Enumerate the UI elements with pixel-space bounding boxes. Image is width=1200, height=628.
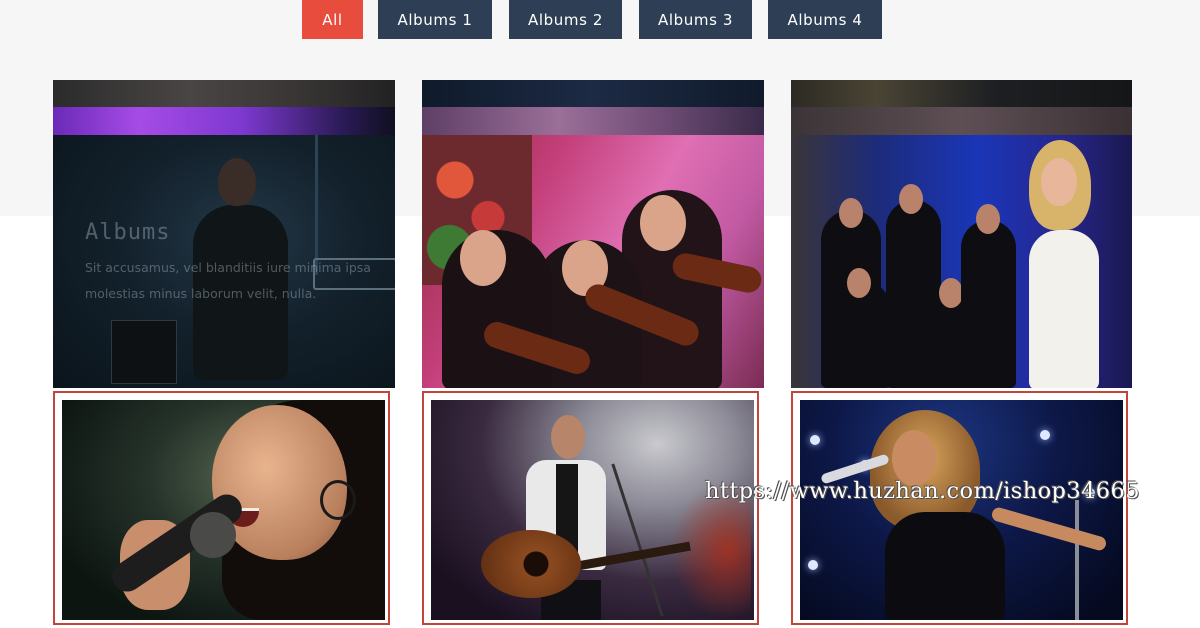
- hoop-earring: [320, 480, 356, 520]
- musician-head: [847, 268, 871, 298]
- watermark-text: https://www.huzhan.com/ishop34665: [705, 478, 1140, 504]
- gallery-item-rock-guitarist[interactable]: Albums Sit accusamus, vel blanditiis iur…: [53, 80, 395, 388]
- mic-stand: [611, 463, 664, 617]
- stage-light-band: [53, 107, 395, 135]
- gallery-item-diva-singer[interactable]: [791, 391, 1128, 625]
- gallery-item-female-singer[interactable]: [53, 391, 390, 625]
- photo-band: [791, 107, 1132, 135]
- female-singer-closeup-photo: [62, 400, 385, 620]
- musician-head: [899, 184, 923, 214]
- filter-all-button[interactable]: All: [302, 0, 363, 39]
- violinist-face: [460, 230, 506, 286]
- gallery-item-violinists[interactable]: [422, 80, 764, 388]
- singer-head: [551, 415, 585, 459]
- gallery-item-singer-orchestra[interactable]: [791, 80, 1132, 388]
- violinist-face: [640, 195, 686, 251]
- guitarist-singer-photo: [431, 400, 754, 620]
- musician-head: [976, 204, 1000, 234]
- gallery-item-guitarist-singer[interactable]: [422, 391, 759, 625]
- filter-albums-3-button[interactable]: Albums 3: [639, 0, 752, 39]
- gallery-overlay: Albums Sit accusamus, vel blanditiis iur…: [85, 220, 385, 307]
- stage-light: [810, 435, 820, 445]
- overlay-title: Albums: [85, 220, 171, 245]
- musician-head: [939, 278, 963, 308]
- filter-albums-4-button[interactable]: Albums 4: [768, 0, 882, 39]
- black-dress: [885, 512, 1005, 620]
- photo-strip: [53, 80, 395, 107]
- singer-face: [1041, 158, 1077, 206]
- stage-light: [808, 560, 818, 570]
- musician-head: [839, 198, 863, 228]
- guitarist-head: [218, 158, 256, 206]
- photo-strip: [791, 80, 1132, 107]
- filter-albums-1-button[interactable]: Albums 1: [378, 0, 492, 39]
- diva-singer-photo: [800, 400, 1123, 620]
- overlay-description: Sit accusamus, vel blanditiis iure minim…: [85, 260, 371, 301]
- acoustic-guitar: [481, 530, 581, 598]
- amplifier: [111, 320, 177, 384]
- photo-strip: [422, 80, 764, 107]
- mic-stand: [1075, 500, 1079, 620]
- filter-bar: All Albums 1 Albums 2 Albums 3 Albums 4: [0, 0, 1200, 40]
- stage-light: [1040, 430, 1050, 440]
- musician-figure: [961, 220, 1016, 388]
- photo-band: [422, 107, 764, 135]
- singer-arm: [990, 506, 1108, 552]
- filter-albums-2-button[interactable]: Albums 2: [509, 0, 622, 39]
- singer-white-dress: [1029, 230, 1099, 388]
